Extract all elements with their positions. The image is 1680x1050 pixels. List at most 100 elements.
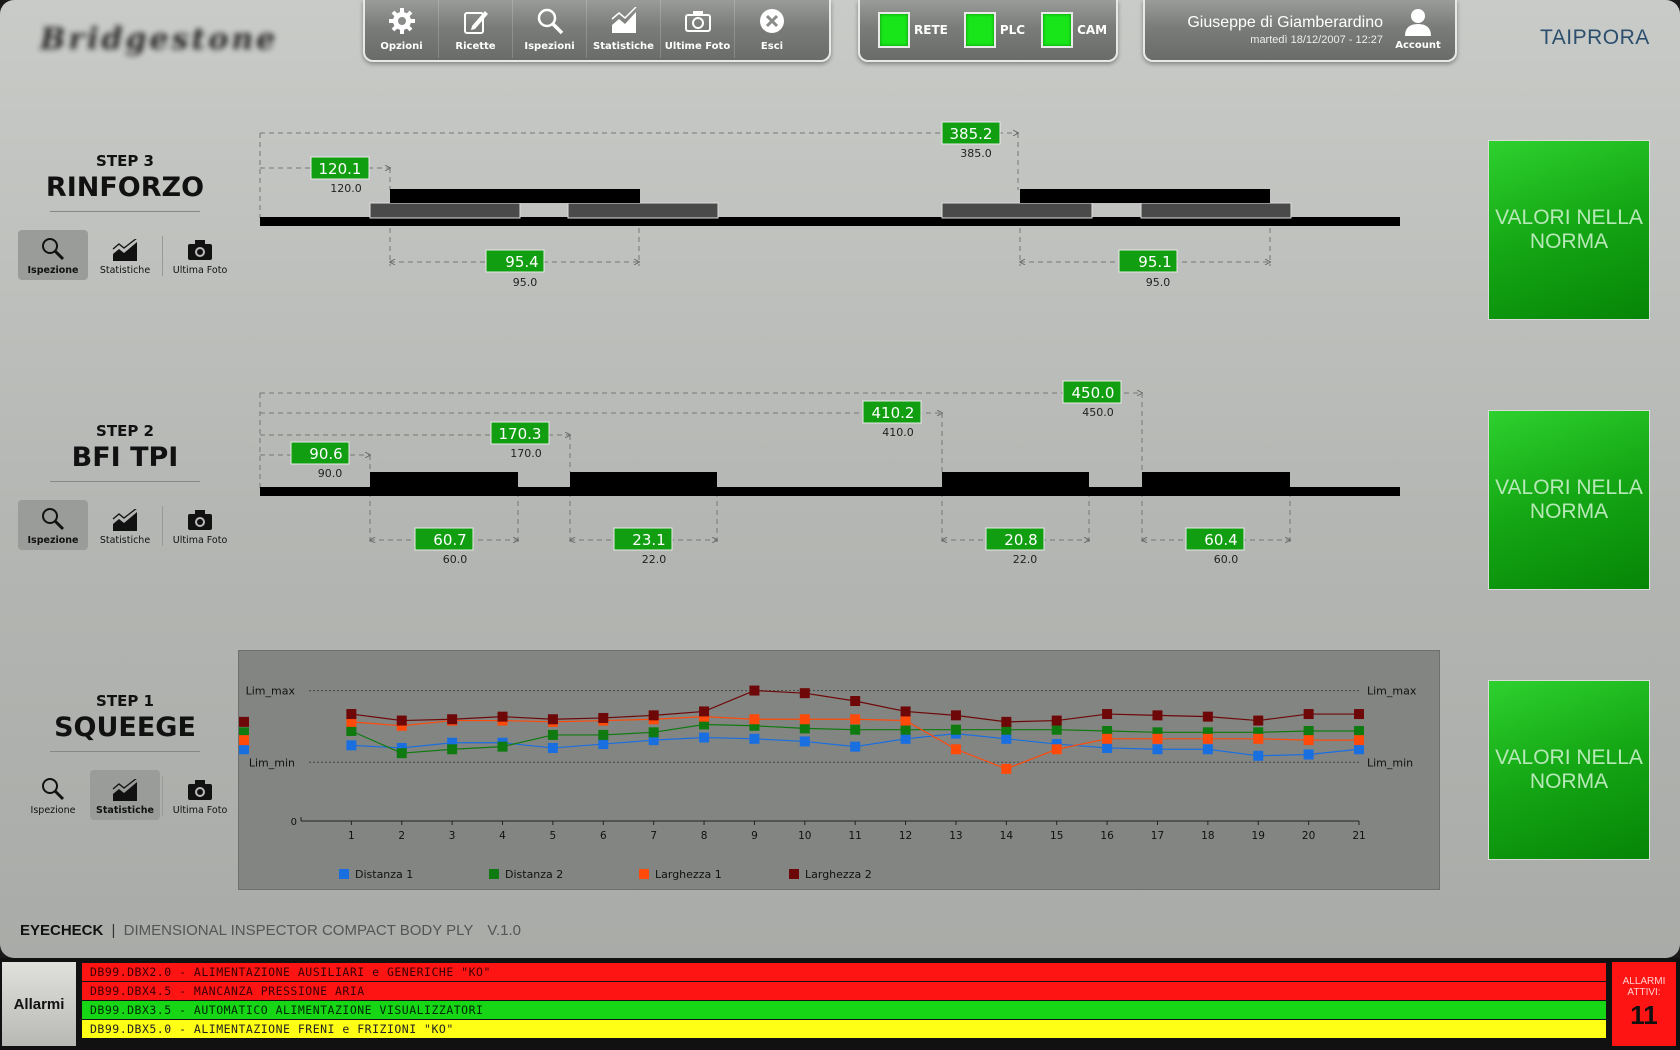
alarm-bar: Allarmi DB99.DBX2.0 - ALIMENTAZIONE AUSI… [0, 958, 1680, 1050]
series-point [1001, 763, 1012, 774]
measure-nominal: 22.0 [642, 553, 667, 566]
y-tick-label: 0 [291, 817, 297, 828]
x-tick-label: 7 [650, 830, 657, 842]
measure-nominal: 60.0 [443, 553, 468, 566]
series-point [850, 724, 861, 735]
step3-measure-top-1: 385.2 385.0 [941, 121, 1001, 160]
series-point [900, 706, 911, 717]
x-tick-label: 4 [499, 830, 506, 842]
alarm-row[interactable]: DB99.DBX5.0 - ALIMENTAZIONE FRENI e FRIZ… [82, 1020, 1606, 1038]
step3-measure-bottom-0: 95.4 95.0 [485, 249, 545, 289]
alarm-list: DB99.DBX2.0 - ALIMENTAZIONE AUSILIARI e … [82, 963, 1606, 1039]
measure-nominal: 22.0 [1013, 553, 1038, 566]
line-chart: Lim_max Lim_maxLim_min Lim_min01 2 3 4 5 6 7 8 9 10… [239, 685, 1417, 881]
step2-measure-top-2: 410.2 410.0 [862, 400, 922, 439]
series-point [799, 723, 810, 734]
series-point [950, 724, 961, 735]
main-screen: Bridgestone Opzioni Ricette Ispezioni St… [0, 0, 1680, 958]
x-tick-label: 1 [348, 830, 355, 842]
alarms-button[interactable]: Allarmi [2, 962, 76, 1046]
series-point [850, 714, 861, 725]
series-point [1303, 726, 1314, 736]
x-tick-label: 5 [550, 830, 557, 842]
step2-measure-top-3: 450.0 450.0 [1062, 380, 1122, 419]
x-tick-label: 13 [949, 830, 962, 842]
alarm-row[interactable]: DB99.DBX4.5 - MANCANZA PRESSIONE ARIA [82, 982, 1606, 1000]
series-point [749, 714, 760, 725]
footer-separator: | [111, 922, 116, 939]
measure-value: 95.4 [505, 253, 538, 271]
series-point [1253, 733, 1264, 744]
series-point [1253, 715, 1264, 726]
step2-measure-bottom-2: 20.8 22.0 [985, 527, 1045, 566]
series-point [598, 712, 609, 723]
measure-value: 90.6 [309, 445, 342, 463]
series-point [900, 724, 911, 735]
series-point [447, 714, 458, 725]
series-point [497, 711, 508, 722]
series-point [1152, 710, 1163, 721]
app-footer: EYECHECK | DIMENSIONAL INSPECTOR COMPACT… [20, 922, 521, 939]
series-point [1051, 744, 1062, 755]
measure-value: 20.8 [1004, 531, 1037, 549]
series-point [699, 706, 710, 717]
series-point [1001, 716, 1012, 727]
series-point [1202, 733, 1213, 744]
active-alarms-counter[interactable]: ALLARMI ATTIVI: 11 [1612, 962, 1676, 1046]
x-tick-label: 18 [1201, 830, 1214, 842]
measure-nominal: 450.0 [1082, 406, 1114, 419]
series-point [648, 710, 659, 721]
step2-profile [260, 472, 1400, 496]
x-tick-label: 6 [600, 830, 607, 842]
measure-nominal: 385.0 [960, 147, 992, 160]
series-point [799, 736, 810, 747]
x-tick-label: 12 [899, 830, 912, 842]
series-point [1202, 744, 1213, 755]
alarm-row[interactable]: DB99.DBX3.5 - AUTOMATICO ALIMENTAZIONE V… [82, 1001, 1606, 1019]
measure-value: 170.3 [499, 425, 542, 443]
active-alarms-count: 11 [1630, 1000, 1658, 1030]
legend-label: Larghezza 2 [805, 868, 872, 881]
x-tick-label: 11 [849, 830, 862, 842]
legend-swatch [489, 869, 499, 879]
series-point [850, 741, 861, 752]
series-point [598, 739, 609, 750]
app-description: DIMENSIONAL INSPECTOR COMPACT BODY PLY [123, 922, 474, 939]
step1-chart: Lim_max Lim_max Lim_min Lim_min 0 1 2 3 4 5 6 7 8 9 10… [238, 650, 1440, 890]
series-point [447, 744, 458, 755]
series-point [1303, 709, 1314, 720]
step2-measure-bottom-0: 60.7 60.0 [414, 527, 474, 566]
series-point [648, 727, 659, 738]
series-point [850, 696, 861, 706]
series-point [598, 729, 609, 740]
series-point [396, 748, 407, 759]
step2-measure-bottom-1: 23.1 22.0 [613, 527, 673, 566]
measure-nominal: 60.0 [1214, 553, 1239, 566]
series-point [1102, 742, 1113, 753]
legend-swatch [339, 869, 349, 879]
x-tick-label: 17 [1151, 830, 1164, 842]
series-point [1202, 711, 1213, 722]
series-point [346, 726, 357, 736]
legend-label: Distanza 1 [355, 868, 413, 881]
ref-line-label-right: Lim_max [1367, 685, 1417, 698]
series-point [1354, 735, 1364, 746]
step2-measure-top-1: 170.3 170.0 [490, 421, 550, 460]
ref-line-label-left: Lim_max [246, 685, 296, 698]
series-point [699, 732, 710, 743]
series-point [1102, 733, 1113, 744]
series-point [749, 733, 760, 744]
series-point [1354, 744, 1364, 755]
x-tick-label: 9 [751, 830, 758, 842]
x-tick-label: 2 [398, 830, 405, 842]
x-tick-label: 14 [1000, 830, 1014, 842]
x-tick-label: 19 [1252, 830, 1265, 842]
step3-profile [260, 189, 1400, 226]
series-point [547, 714, 558, 725]
measure-nominal: 170.0 [510, 447, 542, 460]
series-point [1303, 735, 1314, 746]
alarm-row[interactable]: DB99.DBX2.0 - ALIMENTAZIONE AUSILIARI e … [82, 963, 1606, 981]
x-tick-label: 8 [701, 830, 708, 842]
series-point [497, 741, 508, 752]
app-version: V.1.0 [487, 922, 521, 939]
